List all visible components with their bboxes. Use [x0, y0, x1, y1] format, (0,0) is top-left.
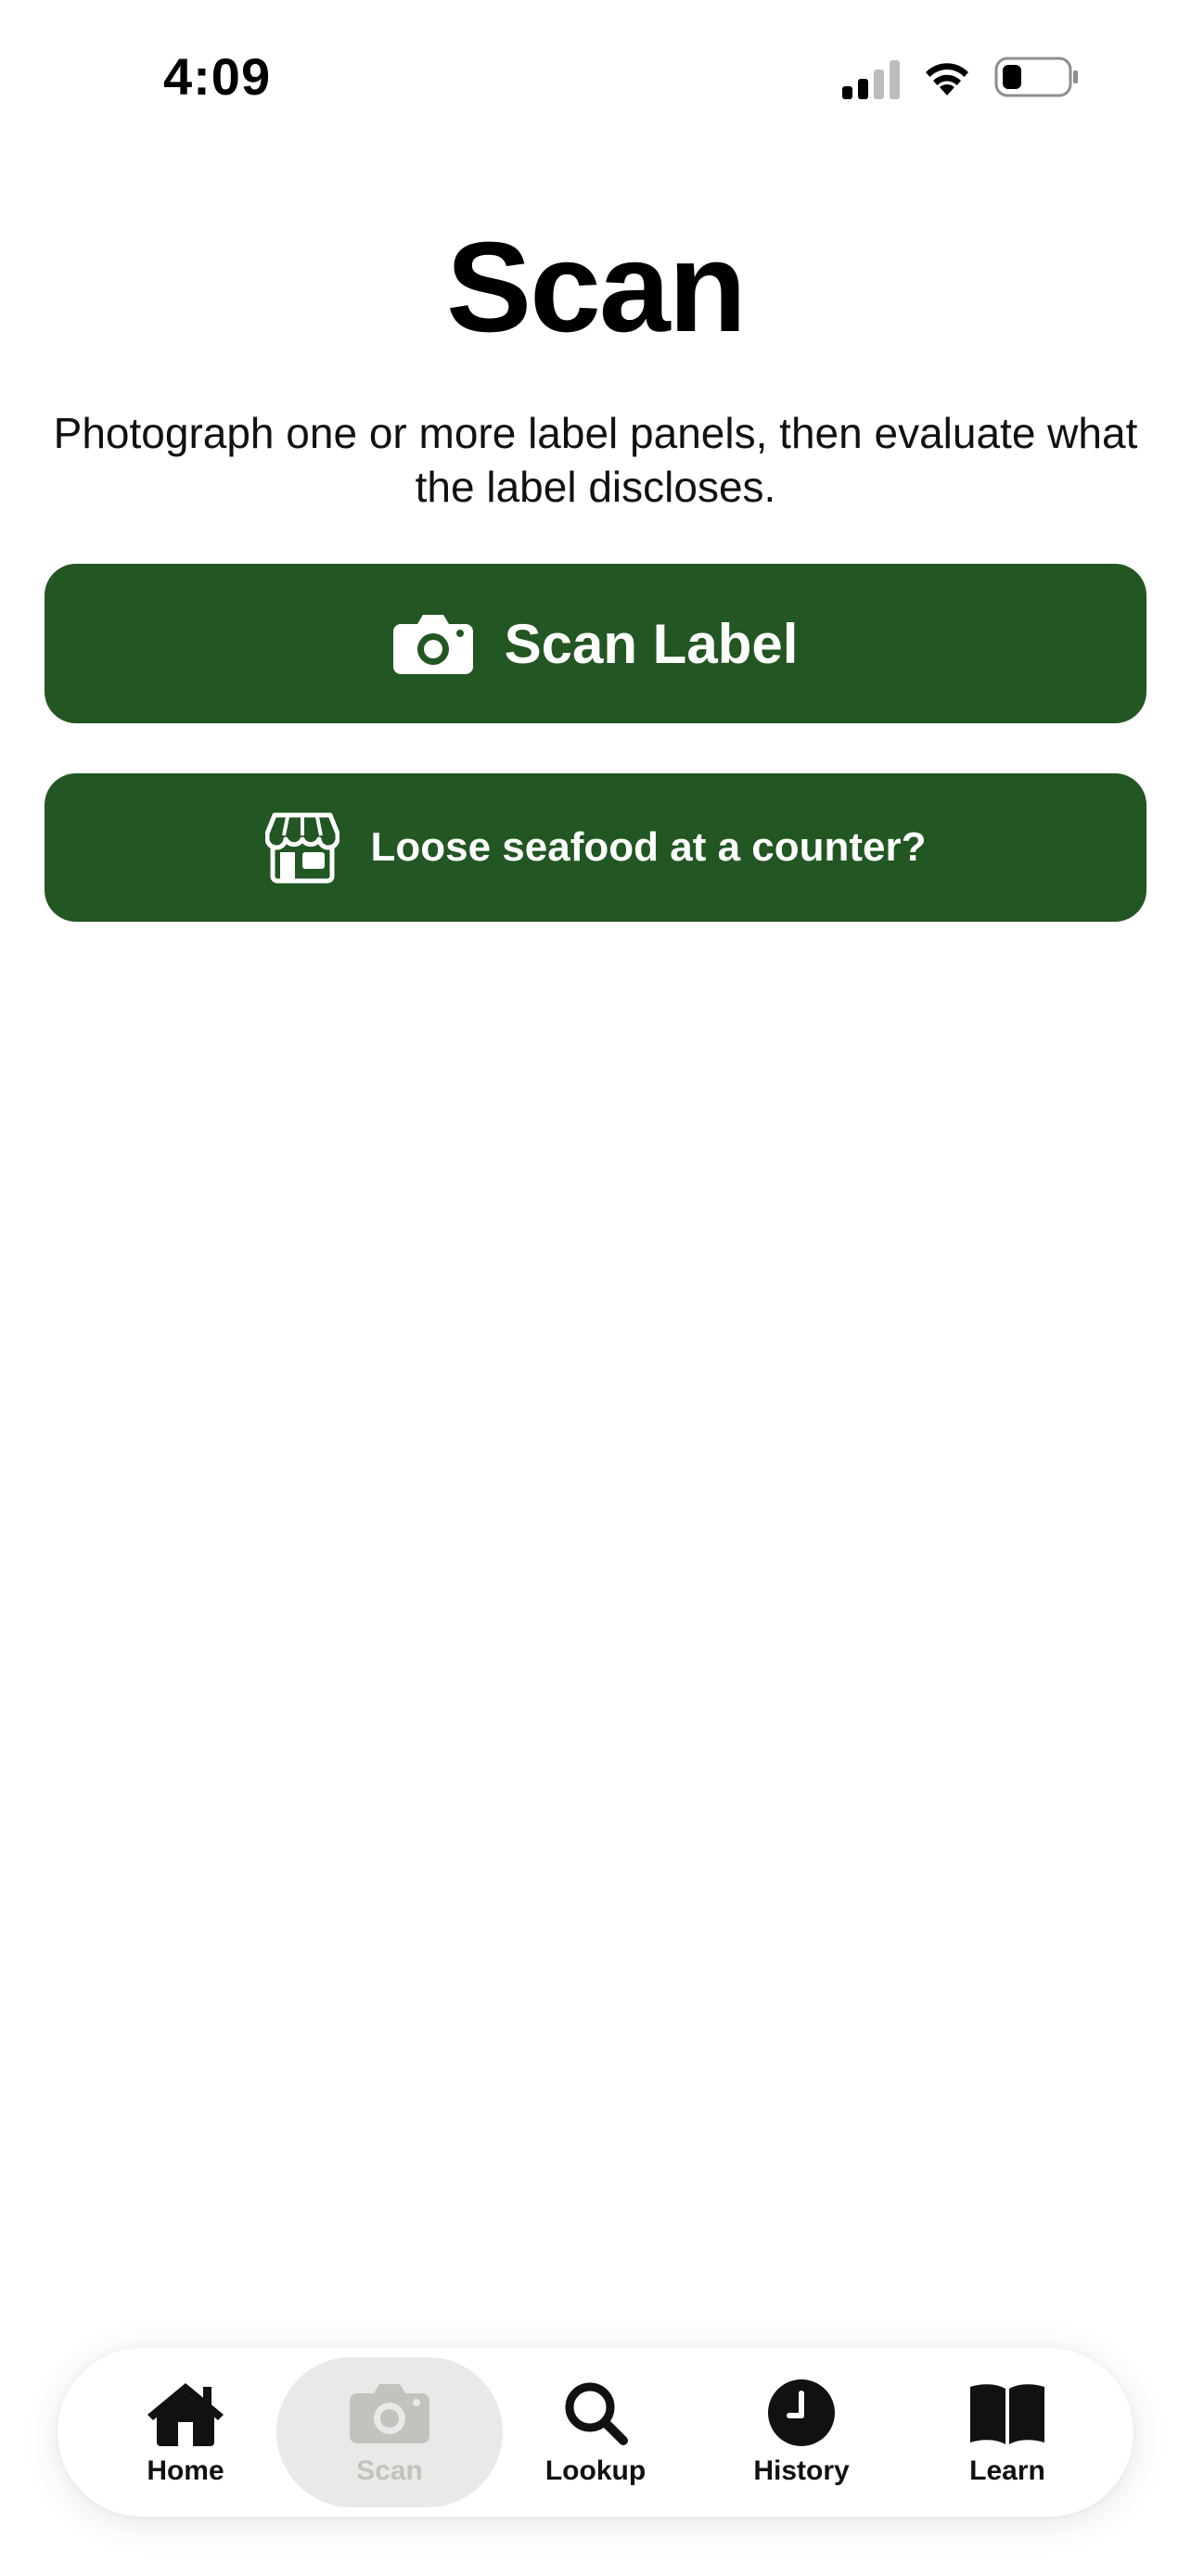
- page-subtitle: Photograph one or more label panels, the…: [53, 409, 1138, 511]
- loose-seafood-counter-button[interactable]: Loose seafood at a counter?: [45, 773, 1146, 922]
- tab-lookup[interactable]: Lookup: [482, 2357, 709, 2507]
- battery-low-icon: [994, 56, 1080, 103]
- book-icon: [968, 2378, 1046, 2448]
- tab-bar: Home Scan Lookup History Learn: [58, 2348, 1133, 2517]
- tab-home-label: Home: [147, 2455, 224, 2486]
- clock-icon: [767, 2378, 836, 2448]
- tab-learn[interactable]: Learn: [894, 2357, 1121, 2507]
- tab-history[interactable]: History: [688, 2357, 915, 2507]
- tab-scan-label: Scan: [356, 2455, 423, 2486]
- storefront-icon: [264, 811, 339, 884]
- magnifying-glass-icon: [562, 2378, 629, 2448]
- wifi-icon: [920, 57, 974, 102]
- loose-seafood-counter-button-label: Loose seafood at a counter?: [370, 824, 927, 870]
- tab-lookup-label: Lookup: [544, 2455, 647, 2486]
- cellular-signal-icon: [842, 58, 900, 99]
- tab-history-label: History: [753, 2455, 850, 2486]
- status-icons: [842, 56, 1080, 102]
- scan-label-button[interactable]: Scan Label: [45, 564, 1146, 723]
- tab-home[interactable]: Home: [72, 2357, 299, 2507]
- tab-learn-label: Learn: [969, 2455, 1045, 2486]
- scan-label-button-label: Scan Label: [504, 612, 799, 675]
- house-icon: [146, 2378, 225, 2448]
- status-bar: 4:09: [0, 0, 1191, 158]
- tab-scan[interactable]: Scan: [276, 2357, 503, 2507]
- page-title: Scan: [446, 216, 747, 359]
- status-time: 4:09: [163, 47, 272, 106]
- camera-icon: [392, 613, 473, 674]
- camera-icon: [350, 2378, 429, 2448]
